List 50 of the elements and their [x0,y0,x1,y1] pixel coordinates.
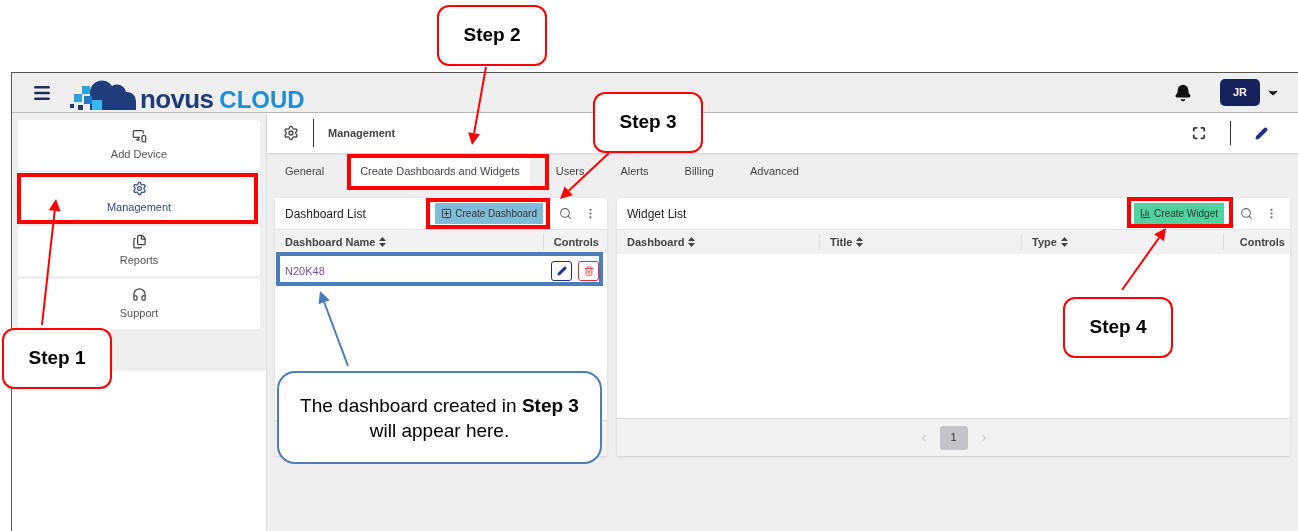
page-title: Management [328,125,396,141]
page-number[interactable]: 1 [939,425,968,450]
tab[interactable]: Billing [674,157,724,186]
bar-chart-icon [1140,208,1152,219]
device-icon [131,127,147,143]
documents-icon [131,233,147,249]
delete-button[interactable] [578,261,599,281]
sidebar-item[interactable]: Add Device [18,120,260,170]
headset-icon [131,286,147,302]
tab[interactable]: Advanced [739,157,809,186]
dashboard-name[interactable]: N20K48 [285,262,551,280]
step-callout: Step 2 [437,5,547,66]
tab[interactable]: Create Dashboards and Widgets [350,157,530,186]
step-callout: Step 1 [2,328,112,389]
tab[interactable]: Alerts [610,157,659,186]
search-icon[interactable] [1240,207,1253,220]
edit-button[interactable] [551,261,572,281]
settings-icon [283,125,299,141]
create-widget-button[interactable]: Create Widget [1134,203,1224,224]
edit-icon[interactable] [1255,126,1268,140]
panel-title: Dashboard List [285,205,366,223]
brand-name: novus [140,85,214,112]
sidebar-item[interactable]: Support [18,279,260,329]
column-header: Controls [1223,233,1289,251]
arrow [1121,228,1166,291]
sort-icon[interactable] [688,237,696,247]
column-header[interactable]: Dashboard Name [275,233,543,251]
step-callout: Step 3 [593,92,703,153]
sort-icon[interactable] [856,237,864,247]
sidebar-item[interactable]: Reports [18,226,260,276]
trash-icon [583,266,594,276]
notification-bell-icon[interactable] [1174,83,1192,102]
sort-icon[interactable] [1060,237,1068,247]
tab[interactable]: Users [545,157,595,186]
column-header[interactable]: Title [819,233,1021,251]
brand-suffix: CLOUD [219,87,305,112]
create-dashboard-button[interactable]: Create Dashboard [435,203,543,224]
column-header[interactable]: Dashboard [617,233,819,251]
settings-icon [131,180,147,196]
fullscreen-icon[interactable] [1192,126,1206,140]
search-icon[interactable] [559,207,572,220]
user-avatar[interactable]: JR [1220,79,1260,106]
note-callout: The dashboard created in Step 3 will appear here. [277,371,602,464]
step-callout: Step 4 [1063,297,1173,358]
pencil-icon [556,266,567,276]
tab[interactable]: General [275,157,335,186]
panel-title: Widget List [627,205,687,223]
column-header: Controls [543,233,607,251]
sort-icon[interactable] [379,237,387,247]
plus-icon [441,208,453,219]
